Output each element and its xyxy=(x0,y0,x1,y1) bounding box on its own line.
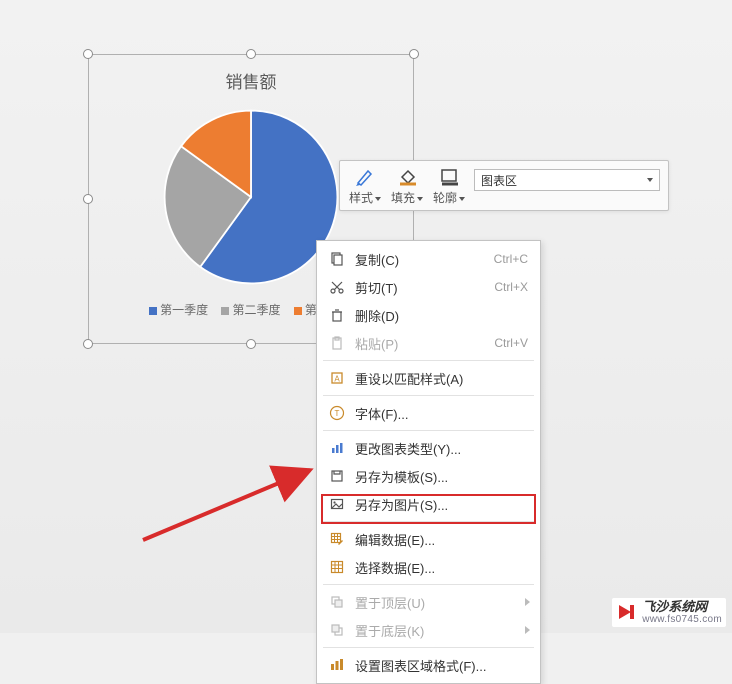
caret-down-icon xyxy=(459,197,465,201)
menu-label: 重设以匹配样式(A) xyxy=(355,369,528,388)
outline-icon xyxy=(437,167,461,187)
menu-save-as-image[interactable]: 另存为图片(S)... xyxy=(317,490,540,518)
menu-label: 选择数据(E)... xyxy=(355,558,528,577)
fill-label: 填充 xyxy=(391,191,415,205)
context-menu: 复制(C) Ctrl+C 剪切(T) Ctrl+X 删除(D) 粘贴(P) Ct… xyxy=(316,240,541,684)
scissors-icon xyxy=(327,278,347,296)
menu-paste: 粘贴(P) Ctrl+V xyxy=(317,329,540,357)
menu-copy[interactable]: 复制(C) Ctrl+C xyxy=(317,245,540,273)
submenu-arrow-icon xyxy=(525,598,530,606)
copy-icon xyxy=(327,250,347,268)
menu-label: 粘贴(P) xyxy=(355,334,494,353)
caret-down-icon xyxy=(375,197,381,201)
logo-icon xyxy=(616,601,638,623)
menu-separator xyxy=(323,584,534,585)
menu-label: 另存为模板(S)... xyxy=(355,467,528,486)
bar-chart-icon xyxy=(327,439,347,457)
caret-down-icon xyxy=(417,197,423,201)
menu-label: 置于底层(K) xyxy=(355,621,528,640)
menu-font[interactable]: T 字体(F)... xyxy=(317,399,540,427)
menu-label: 更改图表类型(Y)... xyxy=(355,439,528,458)
resize-handle-bl[interactable] xyxy=(83,339,93,349)
font-icon: T xyxy=(327,404,347,422)
format-area-icon xyxy=(327,656,347,674)
menu-separator xyxy=(323,360,534,361)
menu-separator xyxy=(323,395,534,396)
pie-chart[interactable] xyxy=(161,107,341,287)
style-button[interactable]: 样式 xyxy=(348,167,382,206)
delete-icon xyxy=(327,306,347,324)
menu-delete[interactable]: 删除(D) xyxy=(317,301,540,329)
image-icon xyxy=(327,495,347,513)
bring-front-icon xyxy=(327,593,347,611)
menu-bring-front: 置于顶层(U) xyxy=(317,588,540,616)
annotation-arrow xyxy=(135,440,335,550)
menu-separator xyxy=(323,430,534,431)
menu-save-as-template[interactable]: 另存为模板(S)... xyxy=(317,462,540,490)
selector-value: 图表区 xyxy=(481,172,517,189)
menu-reset-style[interactable]: A 重设以匹配样式(A) xyxy=(317,364,540,392)
menu-cut[interactable]: 剪切(T) Ctrl+X xyxy=(317,273,540,301)
outline-button[interactable]: 轮廓 xyxy=(432,167,466,206)
menu-label: 删除(D) xyxy=(355,306,528,325)
watermark-url: www.fs0745.com xyxy=(642,614,722,625)
style-label: 样式 xyxy=(349,191,373,205)
menu-label: 设置图表区域格式(F)... xyxy=(355,656,528,675)
outline-label: 轮廓 xyxy=(433,191,457,205)
paste-icon xyxy=(327,334,347,352)
grid-icon xyxy=(327,558,347,576)
reset-style-icon: A xyxy=(327,369,347,387)
chart-element-selector[interactable]: 图表区 xyxy=(474,169,660,191)
save-template-icon xyxy=(327,467,347,485)
menu-label: 复制(C) xyxy=(355,250,494,269)
menu-separator xyxy=(323,521,534,522)
menu-edit-data[interactable]: 编辑数据(E)... xyxy=(317,525,540,553)
menu-label: 剪切(T) xyxy=(355,278,494,297)
fill-bucket-icon xyxy=(395,167,419,187)
resize-handle-tl[interactable] xyxy=(83,49,93,59)
menu-format-chart-area[interactable]: 设置图表区域格式(F)... xyxy=(317,651,540,679)
svg-text:T: T xyxy=(335,409,340,418)
menu-label: 字体(F)... xyxy=(355,404,528,423)
brush-icon xyxy=(353,167,377,187)
menu-label: 编辑数据(E)... xyxy=(355,530,528,549)
watermark: 飞沙系统网 www.fs0745.com xyxy=(612,598,726,627)
resize-handle-tr[interactable] xyxy=(409,49,419,59)
menu-shortcut: Ctrl+V xyxy=(494,336,528,350)
menu-label: 另存为图片(S)... xyxy=(355,495,528,514)
fill-button[interactable]: 填充 xyxy=(390,167,424,206)
resize-handle-bm[interactable] xyxy=(246,339,256,349)
watermark-title: 飞沙系统网 xyxy=(642,600,722,614)
menu-change-chart-type[interactable]: 更改图表类型(Y)... xyxy=(317,434,540,462)
menu-label: 置于顶层(U) xyxy=(355,593,528,612)
menu-separator xyxy=(323,647,534,648)
menu-shortcut: Ctrl+C xyxy=(494,252,528,266)
resize-handle-tm[interactable] xyxy=(246,49,256,59)
menu-shortcut: Ctrl+X xyxy=(494,280,528,294)
menu-select-data[interactable]: 选择数据(E)... xyxy=(317,553,540,581)
canvas-area: 销售额 第一季度 第二季度 第三季度 样式 xyxy=(0,0,732,633)
edit-grid-icon xyxy=(327,530,347,548)
resize-handle-ml[interactable] xyxy=(83,194,93,204)
mini-toolbar: 样式 填充 轮廓 图表区 xyxy=(339,160,669,211)
svg-text:A: A xyxy=(334,375,340,384)
send-back-icon xyxy=(327,621,347,639)
menu-send-back: 置于底层(K) xyxy=(317,616,540,644)
